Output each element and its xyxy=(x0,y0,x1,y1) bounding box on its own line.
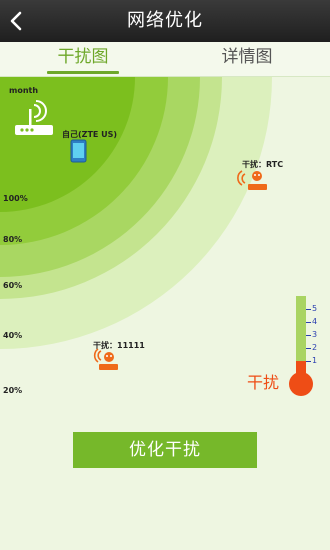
month-label: month xyxy=(9,86,39,95)
optimize-interference-button[interactable]: 优化干扰 xyxy=(73,432,257,468)
interference-source-icon[interactable] xyxy=(88,341,120,373)
interference-graph: month 自己(ZTE US) 干扰：RTC 干扰：11111 100% 80… xyxy=(0,77,330,425)
phone-icon xyxy=(70,139,87,163)
thermometer-scale-2: 2 xyxy=(312,343,318,352)
thermometer-tick xyxy=(306,309,311,310)
thermometer-scale-5: 5 xyxy=(312,304,318,313)
page-title: 网络优化 xyxy=(127,10,203,31)
interference-source-icon[interactable] xyxy=(236,167,268,193)
thermometer-scale-4: 4 xyxy=(312,317,318,326)
thermometer-tick xyxy=(306,322,311,323)
interference-thermometer: 5 4 3 2 1 xyxy=(285,296,325,396)
thermometer-tick xyxy=(306,348,311,349)
router-icon xyxy=(15,100,53,135)
percent-label-20: 20% xyxy=(3,386,23,395)
thermometer-bulb xyxy=(289,372,313,396)
title-bar: 网络优化 xyxy=(0,0,330,43)
percent-label-100: 100% xyxy=(3,194,28,203)
thermometer-scale-3: 3 xyxy=(312,330,318,339)
percent-label-40: 40% xyxy=(3,331,23,340)
thermometer-tick xyxy=(306,335,311,336)
active-tab-indicator xyxy=(47,71,119,74)
percent-label-80: 80% xyxy=(3,235,23,244)
thermometer-scale-1: 1 xyxy=(312,356,318,365)
thermometer-label: 干扰 xyxy=(247,373,280,392)
tab-detail-graph[interactable]: 详情图 xyxy=(202,42,292,76)
thermometer-tick xyxy=(306,361,311,362)
percent-label-60: 60% xyxy=(3,281,23,290)
